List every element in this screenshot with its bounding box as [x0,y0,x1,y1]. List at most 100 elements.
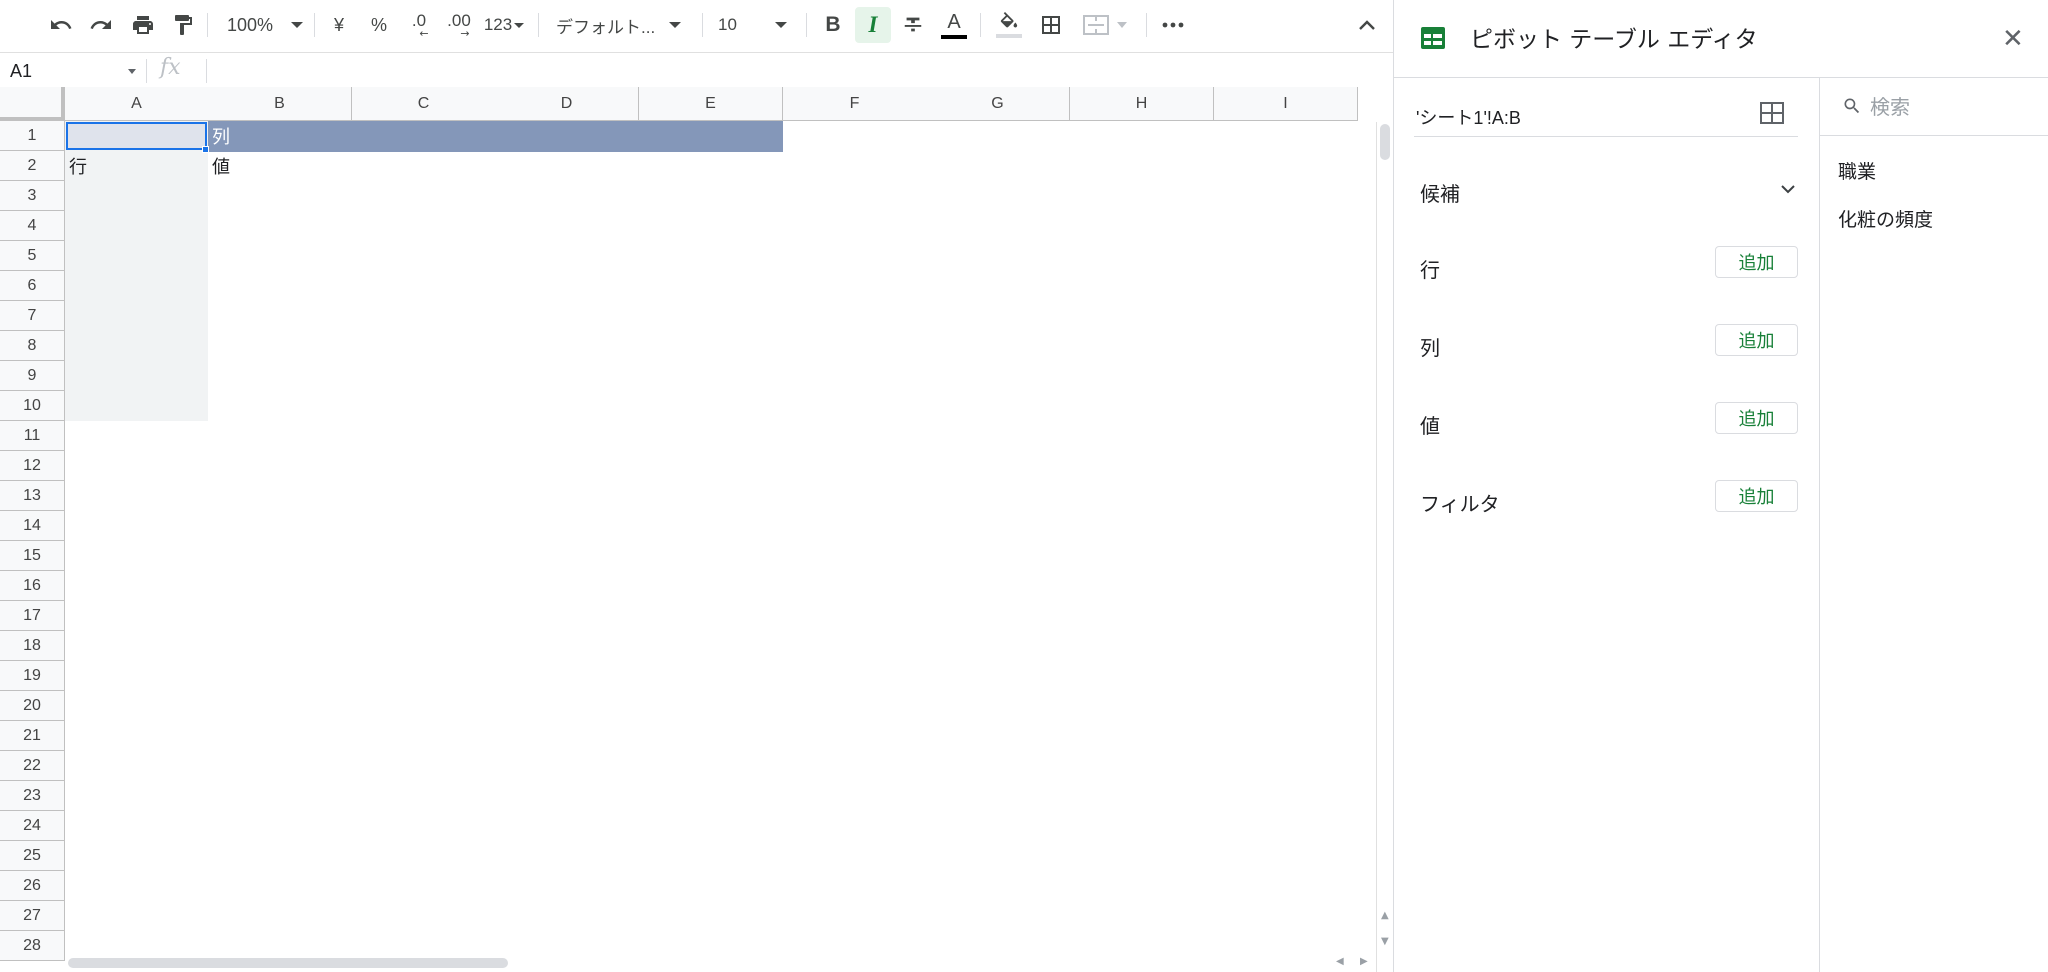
toolbar-divider [1146,13,1147,37]
text-color-button[interactable]: A [938,7,970,43]
zoom-value: 100% [226,14,274,35]
more-options-icon[interactable] [1158,7,1188,43]
column-header[interactable]: E [639,87,783,121]
row-header[interactable]: 25 [0,841,65,871]
row-header[interactable]: 28 [0,931,65,961]
vertical-scroll-thumb[interactable] [1380,124,1390,160]
fill-color-button[interactable] [992,7,1026,43]
row-header[interactable]: 2 [0,151,65,181]
font-family-select[interactable]: デフォルト... [556,7,692,43]
toolbar-divider [314,13,315,37]
field-search-input[interactable] [1870,92,2040,122]
column-header[interactable]: A [65,87,209,121]
print-icon[interactable] [128,7,158,43]
bold-button[interactable]: B [818,7,848,43]
row-header[interactable]: 1 [0,121,65,151]
percent-format-button[interactable]: % [364,7,394,43]
sheets-table-icon [1421,27,1445,49]
row-header[interactable]: 20 [0,691,65,721]
row-header[interactable]: 9 [0,361,65,391]
font-size-select[interactable]: 10 [718,7,798,43]
row-header[interactable]: 4 [0,211,65,241]
row-header[interactable]: 18 [0,631,65,661]
row-header[interactable]: 26 [0,871,65,901]
cell-a2[interactable]: 行 [65,151,87,181]
row-header[interactable]: 10 [0,391,65,421]
row-header[interactable]: 23 [0,781,65,811]
field-item-occupation[interactable]: 職業 [1838,157,1876,184]
decrease-decimal-button[interactable]: .0 ← [404,7,434,43]
row-header[interactable]: 5 [0,241,65,271]
scroll-up-icon[interactable]: ▲ [1381,910,1389,921]
currency-format-button[interactable]: ¥ [326,7,352,43]
column-header[interactable]: I [1214,87,1358,121]
merge-cells-button[interactable] [1080,7,1130,43]
cell-b1[interactable]: 列 [208,121,230,151]
column-header[interactable]: C [352,87,496,121]
field-list: 職業 化粧の頻度 [1820,78,2048,972]
italic-button[interactable]: I [855,7,891,43]
redo-icon[interactable] [86,7,116,43]
add-values-button[interactable]: 追加 [1715,402,1798,434]
name-box[interactable]: A1 [0,53,144,89]
strikethrough-icon[interactable] [898,7,928,43]
borders-icon[interactable] [1036,7,1066,43]
collapse-menus-icon[interactable] [1352,7,1382,43]
row-header[interactable]: 15 [0,541,65,571]
row-header[interactable]: 13 [0,481,65,511]
column-header[interactable]: G [926,87,1070,121]
field-search [1820,78,2048,136]
column-header[interactable]: D [495,87,639,121]
field-item-makeup-frequency[interactable]: 化粧の頻度 [1838,205,1933,232]
undo-icon[interactable] [46,7,76,43]
toolbar: 100% ¥ % .0 ← .00 → 123 デフォルト... 10 B I … [0,0,1393,50]
row-header[interactable]: 8 [0,331,65,361]
scroll-left-icon[interactable]: ◀ [1336,956,1344,967]
horizontal-scroll-thumb[interactable] [68,958,508,968]
row-header[interactable]: 24 [0,811,65,841]
formula-input[interactable] [214,59,1374,83]
row-header[interactable]: 11 [0,421,65,451]
column-header[interactable]: B [208,87,352,121]
filters-label: フィルタ [1420,492,1500,516]
toolbar-divider [538,13,539,37]
row-header[interactable]: 16 [0,571,65,601]
scroll-down-icon[interactable]: ▼ [1381,936,1389,947]
scroll-right-icon[interactable]: ▶ [1360,956,1368,967]
row-header[interactable]: 17 [0,601,65,631]
columns-label: 列 [1420,336,1440,360]
row-header[interactable]: 3 [0,181,65,211]
column-header[interactable]: H [1070,87,1214,121]
increase-decimal-button[interactable]: .00 → [442,7,476,43]
data-range: 'シート1'!A:B [1416,108,1521,128]
selected-cell-a1[interactable] [66,122,207,150]
search-icon [1844,98,1860,114]
chevron-down-icon[interactable] [1780,184,1796,194]
toolbar-divider [806,13,807,37]
zoom-select[interactable]: 100% [222,7,308,43]
column-header[interactable]: F [783,87,927,121]
chevron-down-icon [514,22,525,28]
column-area-placeholder [208,121,783,152]
row-header[interactable]: 19 [0,661,65,691]
add-filters-button[interactable]: 追加 [1715,480,1798,512]
chevron-down-icon [774,22,787,28]
row-header[interactable]: 27 [0,901,65,931]
select-all-corner[interactable] [0,87,65,121]
toolbar-divider [702,13,703,37]
row-header[interactable]: 21 [0,721,65,751]
row-header[interactable]: 12 [0,451,65,481]
suggestions-label[interactable]: 候補 [1420,178,1460,207]
number-format-select[interactable]: 123 [482,7,526,43]
vertical-scrollbar[interactable]: ▲ ▼ [1376,122,1392,972]
row-header[interactable]: 7 [0,301,65,331]
row-header[interactable]: 6 [0,271,65,301]
row-header[interactable]: 14 [0,511,65,541]
cell-b2[interactable]: 値 [208,151,230,181]
row-header[interactable]: 22 [0,751,65,781]
add-columns-button[interactable]: 追加 [1715,324,1798,356]
paint-format-icon[interactable] [168,7,198,43]
close-icon[interactable]: ✕ [2002,26,2024,52]
add-rows-button[interactable]: 追加 [1715,246,1798,278]
select-range-icon[interactable] [1760,102,1784,124]
